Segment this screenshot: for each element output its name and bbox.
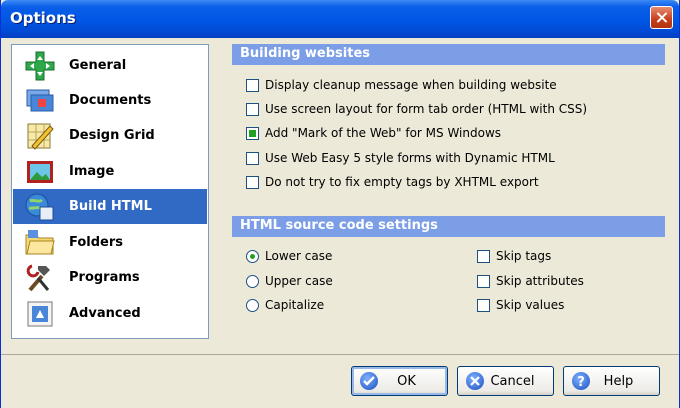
checkbox[interactable] <box>246 78 259 92</box>
option-label: Do not try to fix empty tags by XHTML ex… <box>265 175 539 189</box>
image-icon <box>24 156 56 188</box>
ok-button[interactable]: OK <box>351 366 448 396</box>
radio-button[interactable] <box>246 249 259 263</box>
svg-text:?: ? <box>577 375 585 390</box>
nav-label: General <box>69 58 127 73</box>
help-icon: ? <box>572 372 590 390</box>
checkbox[interactable] <box>477 249 490 263</box>
nav-item-folders[interactable]: Folders <box>13 225 207 260</box>
checkbox[interactable] <box>246 102 259 116</box>
option-label: Upper case <box>265 274 333 288</box>
option-label: Lower case <box>265 249 333 263</box>
options-dialog: Options General Documents Design Grid Im… <box>0 0 680 408</box>
cancel-button[interactable]: Cancel <box>457 366 554 396</box>
nav-label: Image <box>69 164 115 179</box>
option-display-cleanup[interactable]: Display cleanup message when building we… <box>246 76 557 94</box>
option-label: Skip attributes <box>496 274 584 288</box>
option-label: Add "Mark of the Web" for MS Windows <box>265 126 502 140</box>
nav-item-advanced[interactable]: Advanced <box>13 296 207 331</box>
check-icon <box>360 372 378 390</box>
nav-label: Folders <box>69 235 124 250</box>
folders-icon <box>24 227 56 259</box>
html-source-settings-header: HTML source code settings <box>232 216 665 237</box>
option-label: Display cleanup message when building we… <box>265 78 557 92</box>
option-skip-attributes[interactable]: Skip attributes <box>477 272 584 290</box>
nav-item-design-grid[interactable]: Design Grid <box>13 118 207 153</box>
radio-lower-case[interactable]: Lower case <box>246 247 332 265</box>
design-grid-icon <box>24 120 56 152</box>
title-bar[interactable]: Options <box>1 0 679 38</box>
checkbox[interactable] <box>246 175 259 189</box>
checkbox[interactable] <box>477 298 490 312</box>
section-title: Building websites <box>240 46 371 61</box>
programs-icon <box>24 262 56 294</box>
option-skip-values[interactable]: Skip values <box>477 296 564 314</box>
radio-button[interactable] <box>246 298 259 312</box>
nav-label: Programs <box>69 270 140 285</box>
option-label: Use Web Easy 5 style forms with Dynamic … <box>265 151 555 165</box>
general-icon <box>24 50 56 82</box>
advanced-icon <box>24 298 56 330</box>
category-list: General Documents Design Grid Image Buil… <box>11 44 209 339</box>
section-title: HTML source code settings <box>240 218 438 233</box>
option-label: Capitalize <box>265 298 325 312</box>
nav-label: Advanced <box>69 306 141 321</box>
checkbox[interactable] <box>246 151 259 165</box>
radio-button[interactable] <box>246 274 259 288</box>
nav-item-build-html[interactable]: Build HTML <box>13 189 207 224</box>
window-title: Options <box>10 9 76 27</box>
checkbox[interactable] <box>477 274 490 288</box>
nav-label: Design Grid <box>69 128 155 143</box>
checkbox[interactable] <box>246 126 259 140</box>
option-label: Skip tags <box>496 249 552 263</box>
building-websites-header: Building websites <box>232 44 665 65</box>
nav-item-general[interactable]: General <box>13 48 207 83</box>
option-skip-tags[interactable]: Skip tags <box>477 247 551 265</box>
option-empty-tags-xhtml[interactable]: Do not try to fix empty tags by XHTML ex… <box>246 173 539 191</box>
option-mark-of-the-web[interactable]: Add "Mark of the Web" for MS Windows <box>246 124 501 142</box>
nav-label: Build HTML <box>69 199 152 214</box>
build-html-icon <box>24 191 56 223</box>
nav-item-documents[interactable]: Documents <box>13 83 207 118</box>
cancel-icon <box>466 372 484 390</box>
button-label: Help <box>603 373 634 389</box>
option-screen-layout-tab-order[interactable]: Use screen layout for form tab order (HT… <box>246 100 587 118</box>
nav-item-programs[interactable]: Programs <box>13 260 207 295</box>
radio-capitalize[interactable]: Capitalize <box>246 296 324 314</box>
button-label: OK <box>397 373 416 389</box>
close-button[interactable] <box>650 6 673 29</box>
documents-icon <box>24 85 56 117</box>
option-web-easy-forms[interactable]: Use Web Easy 5 style forms with Dynamic … <box>246 149 555 167</box>
button-label: Cancel <box>490 373 535 389</box>
nav-label: Documents <box>69 93 152 108</box>
radio-upper-case[interactable]: Upper case <box>246 272 333 290</box>
option-label: Skip values <box>496 298 565 312</box>
help-button[interactable]: ? Help <box>563 366 660 396</box>
nav-item-image[interactable]: Image <box>13 154 207 189</box>
option-label: Use screen layout for form tab order (HT… <box>265 102 588 116</box>
